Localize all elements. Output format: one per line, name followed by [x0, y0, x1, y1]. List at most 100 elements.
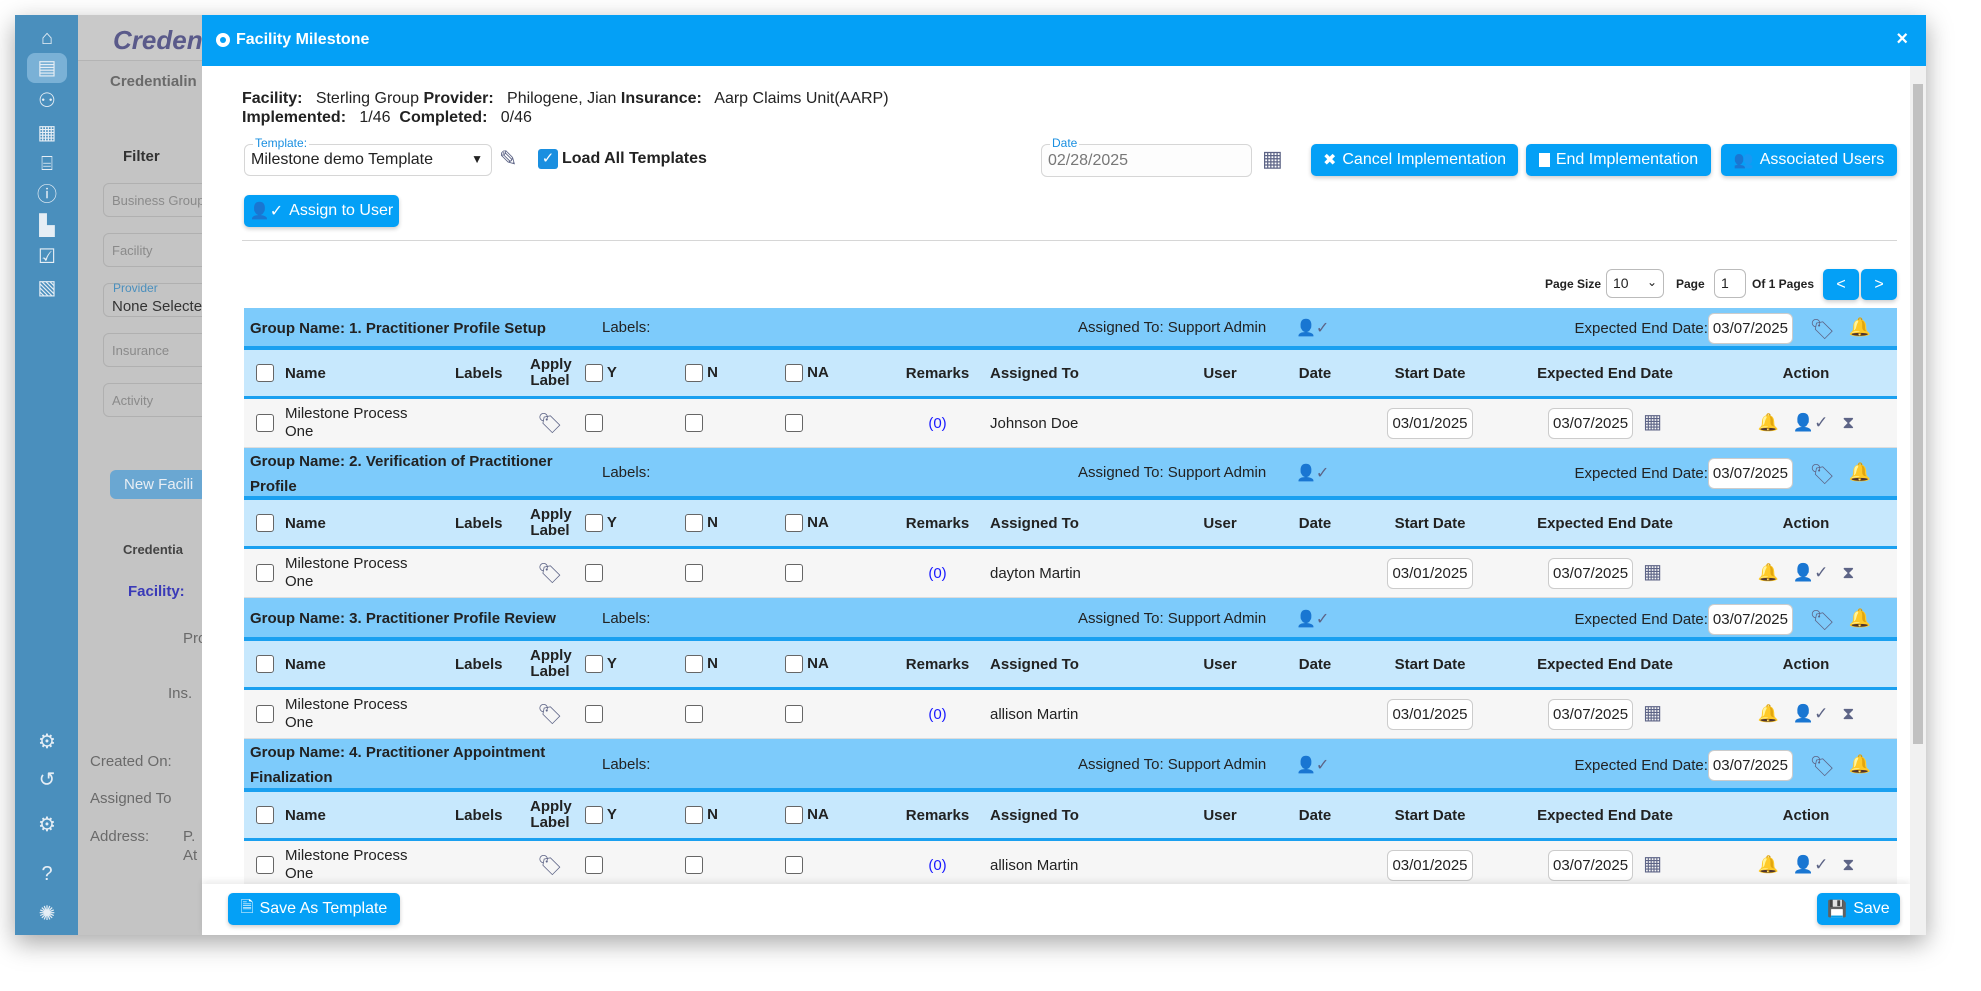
remarks-link[interactable]: (0): [928, 857, 946, 874]
column-y-checkbox[interactable]: [585, 514, 603, 533]
hourglass-icon[interactable]: ⧗: [1842, 704, 1854, 723]
bank-icon[interactable]: ⌸: [27, 149, 67, 179]
user-check-icon[interactable]: 👤✓: [1296, 755, 1329, 775]
column-y-checkbox[interactable]: [585, 806, 603, 825]
user-check-icon[interactable]: 👤✓: [1296, 463, 1329, 483]
assign-to-user-button[interactable]: 👤✓ Assign to User: [244, 195, 399, 227]
row-checkbox[interactable]: [256, 705, 274, 724]
n-checkbox[interactable]: [685, 564, 703, 583]
column-na-checkbox[interactable]: [785, 806, 803, 825]
expected-end-date-input[interactable]: 03/07/2025: [1548, 698, 1634, 730]
modal-scrollbar[interactable]: [1910, 66, 1926, 935]
bell-icon[interactable]: 🔔: [1758, 855, 1779, 874]
user-settings-icon[interactable]: [27, 387, 67, 417]
settings-icon[interactable]: ⚙: [27, 810, 67, 840]
user-gear-icon[interactable]: ⚙: [27, 727, 67, 757]
start-date-input[interactable]: 03/01/2025: [1387, 407, 1473, 439]
group-expected-end-input[interactable]: 03/07/2025: [1707, 603, 1793, 635]
assign-user-icon[interactable]: 👤✓: [1793, 704, 1828, 723]
next-page-button[interactable]: >: [1861, 269, 1897, 300]
na-checkbox[interactable]: [785, 856, 803, 875]
remarks-link[interactable]: (0): [928, 565, 946, 582]
user-check-icon[interactable]: 👤✓: [1296, 609, 1329, 629]
group-expected-end-input[interactable]: 03/07/2025: [1707, 749, 1793, 781]
column-n-checkbox[interactable]: [685, 364, 703, 383]
n-checkbox[interactable]: [685, 414, 703, 433]
row-checkbox[interactable]: [256, 414, 274, 433]
tag-icon[interactable]: 🏷: [1810, 608, 1835, 633]
scrollbar-thumb[interactable]: [1913, 84, 1923, 744]
cancel-implementation-button[interactable]: ✖ Cancel Implementation: [1311, 144, 1518, 176]
apply-label-tag-icon[interactable]: 🏷: [537, 704, 562, 726]
select-all-checkbox[interactable]: [256, 806, 274, 825]
expected-end-date-input[interactable]: 03/07/2025: [1548, 557, 1634, 589]
n-checkbox[interactable]: [685, 856, 703, 875]
page-input[interactable]: 1: [1714, 269, 1746, 298]
bell-icon[interactable]: 🔔: [1849, 317, 1871, 338]
bell-icon[interactable]: 🔔: [1849, 462, 1871, 483]
remarks-link[interactable]: (0): [928, 706, 946, 723]
y-checkbox[interactable]: [585, 414, 603, 433]
bell-icon[interactable]: 🔔: [1758, 563, 1779, 582]
y-checkbox[interactable]: [585, 856, 603, 875]
template-select[interactable]: Template: Milestone demo Template ▼: [244, 136, 492, 176]
tag-icon[interactable]: 🏷: [1810, 317, 1835, 342]
calendar-icon[interactable]: ▦: [1643, 411, 1662, 433]
bell-icon[interactable]: 🔔: [1758, 413, 1779, 432]
end-implementation-button[interactable]: End Implementation: [1526, 144, 1711, 176]
calendar-icon[interactable]: ▦: [1643, 561, 1662, 583]
expected-end-date-input[interactable]: 03/07/2025: [1548, 849, 1634, 881]
start-date-input[interactable]: 03/01/2025: [1387, 849, 1473, 881]
hourglass-icon[interactable]: ⧗: [1842, 563, 1854, 582]
y-checkbox[interactable]: [585, 564, 603, 583]
na-checkbox[interactable]: [785, 414, 803, 433]
apply-label-tag-icon[interactable]: 🏷: [537, 413, 562, 435]
prev-page-button[interactable]: <: [1823, 269, 1859, 300]
assign-user-icon[interactable]: 👤✓: [1793, 563, 1828, 582]
assign-user-icon[interactable]: 👤✓: [1793, 855, 1828, 874]
load-all-templates-checkbox[interactable]: ✓: [538, 149, 558, 169]
page-size-select[interactable]: 10 ⌄: [1606, 269, 1664, 298]
user-check-icon[interactable]: 👤✓: [1296, 318, 1329, 338]
close-icon[interactable]: ×: [1896, 28, 1908, 51]
check-square-icon[interactable]: ☑: [27, 242, 67, 272]
bell-icon[interactable]: 🔔: [1849, 608, 1871, 629]
select-all-checkbox[interactable]: [256, 514, 274, 533]
column-n-checkbox[interactable]: [685, 514, 703, 533]
column-n-checkbox[interactable]: [685, 655, 703, 674]
date-input[interactable]: Date 02/28/2025: [1041, 136, 1252, 177]
na-checkbox[interactable]: [785, 564, 803, 583]
n-checkbox[interactable]: [685, 705, 703, 724]
assign-user-icon[interactable]: 👤✓: [1793, 413, 1828, 432]
save-as-template-button[interactable]: 🗎 Save As Template: [228, 893, 400, 925]
tag-icon[interactable]: 🏷: [1810, 462, 1835, 487]
group-expected-end-input[interactable]: 03/07/2025: [1707, 458, 1793, 489]
column-na-checkbox[interactable]: [785, 655, 803, 674]
save-button[interactable]: 💾 Save: [1817, 893, 1900, 925]
help-icon[interactable]: ?: [27, 859, 67, 889]
calendar-icon[interactable]: ▦: [1643, 702, 1662, 724]
apply-label-tag-icon[interactable]: 🏷: [537, 563, 562, 585]
associated-users-button[interactable]: 👥 Associated Users: [1721, 144, 1897, 176]
history-icon[interactable]: ↺: [27, 765, 67, 795]
select-all-checkbox[interactable]: [256, 655, 274, 674]
hourglass-icon[interactable]: ⧗: [1842, 855, 1854, 874]
column-n-checkbox[interactable]: [685, 806, 703, 825]
group-expected-end-input[interactable]: 03/07/2025: [1707, 313, 1793, 344]
hourglass-icon[interactable]: ⧗: [1842, 413, 1854, 432]
expected-end-date-input[interactable]: 03/07/2025: [1548, 407, 1634, 439]
apply-label-tag-icon[interactable]: 🏷: [537, 855, 562, 877]
home-icon[interactable]: ⌂: [27, 23, 67, 53]
filter-label[interactable]: Filter: [123, 148, 160, 165]
calendar-icon[interactable]: ▦: [1262, 146, 1283, 172]
row-checkbox[interactable]: [256, 856, 274, 875]
column-y-checkbox[interactable]: [585, 655, 603, 674]
bell-icon[interactable]: 🔔: [1849, 754, 1871, 775]
provider-icon[interactable]: ⚇: [27, 86, 67, 116]
clipboard-icon[interactable]: ▤: [27, 53, 67, 83]
new-facility-button[interactable]: New Facili: [110, 470, 208, 499]
document-icon[interactable]: ▧: [27, 273, 67, 303]
column-na-checkbox[interactable]: [785, 514, 803, 533]
hospital-icon[interactable]: ▦: [27, 118, 67, 148]
select-all-checkbox[interactable]: [256, 364, 274, 383]
